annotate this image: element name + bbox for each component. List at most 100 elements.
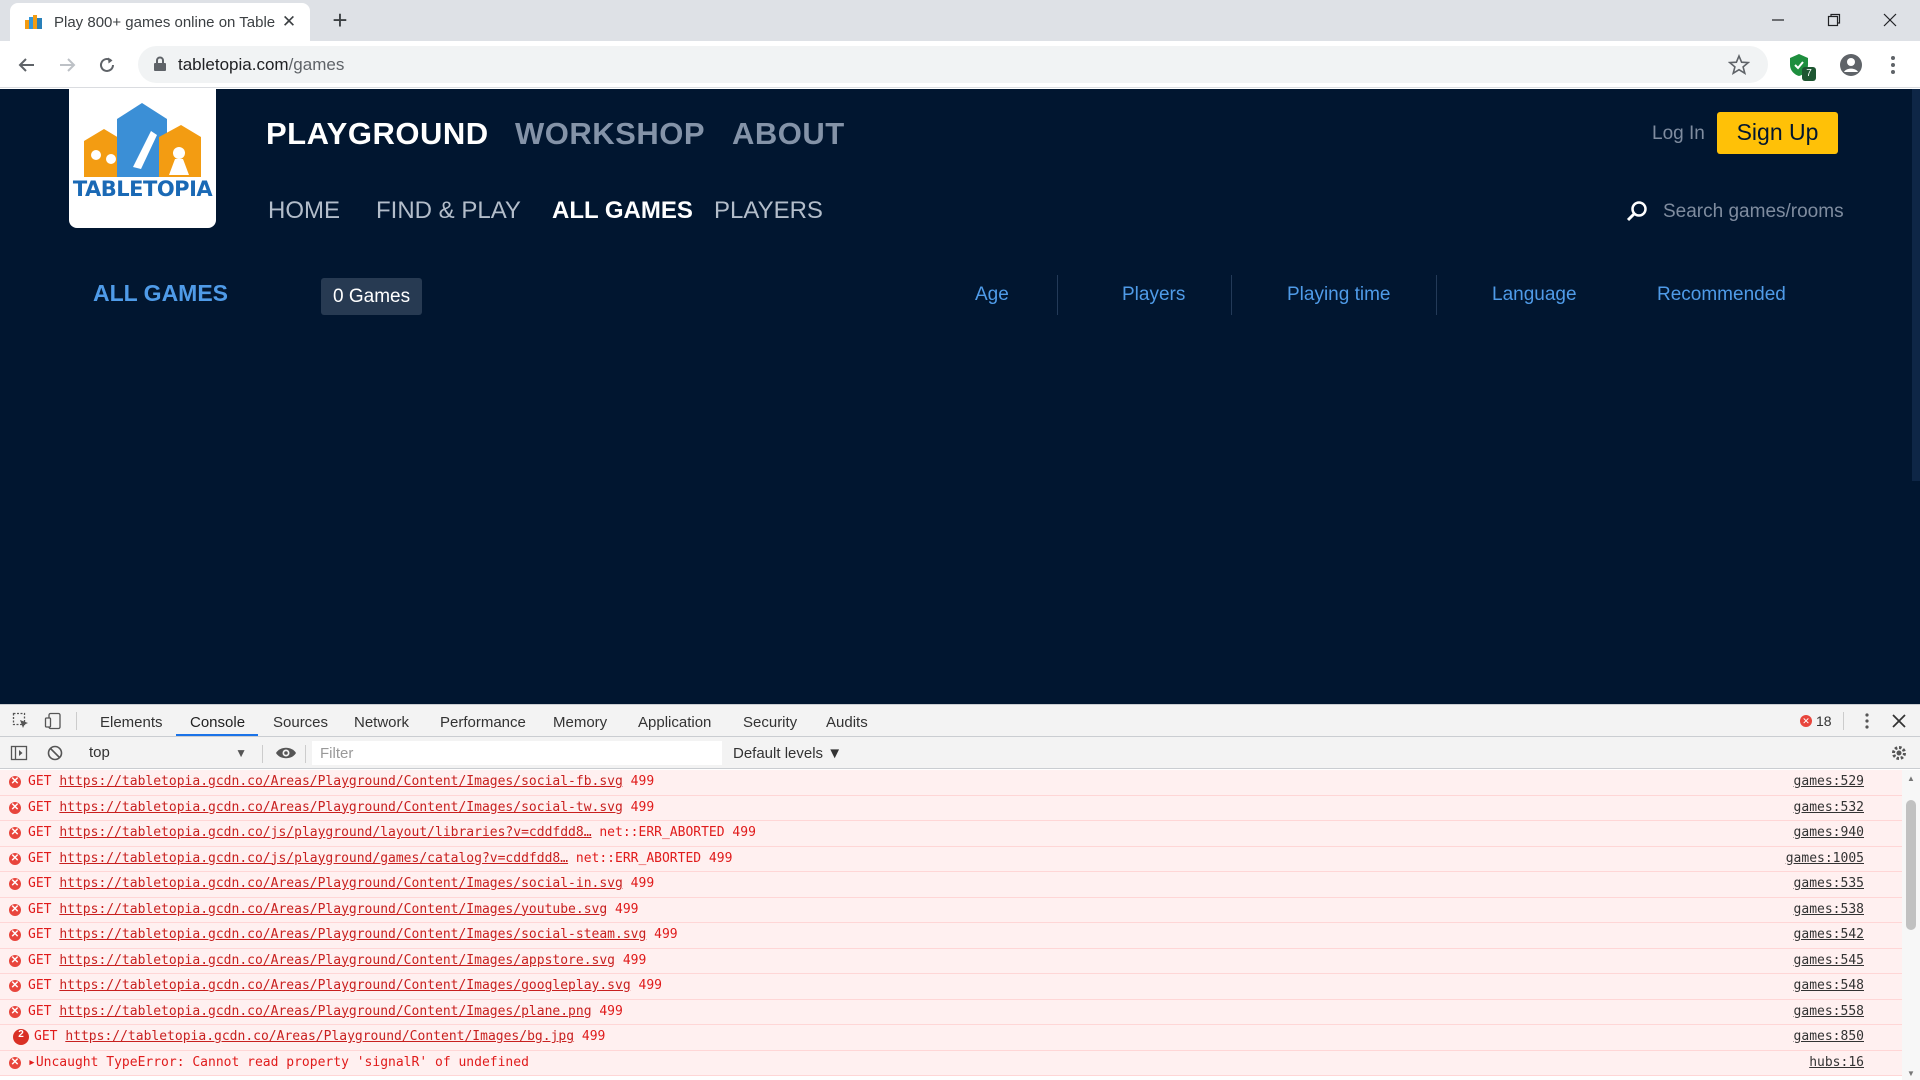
source-location-link[interactable]: games:529 [1794, 770, 1864, 794]
browser-tab[interactable]: Play 800+ games online on Table ✕ [10, 3, 310, 41]
devtools-tab-audits[interactable]: Audits [826, 714, 868, 731]
filter-recommended[interactable]: Recommended [1657, 284, 1786, 306]
devtools-menu-dots-icon[interactable] [1858, 712, 1876, 735]
request-url-link[interactable]: https://tabletopia.gcdn.co/Areas/Playgro… [59, 876, 623, 891]
console-settings-gear-icon[interactable] [1890, 744, 1908, 767]
nav-about[interactable]: ABOUT [732, 116, 845, 152]
toolbar-separator [262, 745, 263, 763]
subnav-all-games[interactable]: ALL GAMES [552, 197, 693, 225]
request-status: 499 [630, 876, 655, 891]
search-icon[interactable] [1624, 199, 1650, 225]
filter-players[interactable]: Players [1122, 284, 1185, 306]
live-expression-eye-icon[interactable] [275, 744, 297, 767]
devtools-tab-console[interactable]: Console [190, 714, 245, 731]
browser-tabstrip: Play 800+ games online on Table ✕ + [0, 0, 1920, 41]
console-message-row[interactable]: ✕ ▸Uncaught TypeError: Cannot read proper… [0, 1050, 1902, 1076]
request-url-link[interactable]: https://tabletopia.gcdn.co/Areas/Playgro… [65, 1029, 574, 1044]
address-bar[interactable]: tabletopia.com/games [138, 46, 1768, 83]
error-icon: ✕ [9, 954, 21, 967]
request-url-link[interactable]: https://tabletopia.gcdn.co/Areas/Playgro… [59, 978, 630, 993]
devtools-tab-sources[interactable]: Sources [273, 714, 328, 731]
tab-close-icon[interactable]: ✕ [280, 13, 298, 31]
nav-workshop[interactable]: WORKSHOP [515, 116, 705, 152]
request-url-link[interactable]: https://tabletopia.gcdn.co/Areas/Playgro… [59, 1004, 591, 1019]
filter-playing-time[interactable]: Playing time [1287, 284, 1391, 306]
console-scrollbar[interactable]: ▲ ▼ [1902, 770, 1920, 1080]
nav-playground[interactable]: PLAYGROUND [266, 116, 489, 152]
dropdown-arrow-icon: ▼ [235, 746, 247, 760]
source-location-link[interactable]: games:535 [1794, 872, 1864, 896]
devtools-tab-security[interactable]: Security [743, 714, 797, 731]
context-selector[interactable]: top ▼ [81, 741, 255, 765]
tab-title: Play 800+ games online on Table [54, 13, 276, 31]
request-url-link[interactable]: https://tabletopia.gcdn.co/Areas/Playgro… [59, 927, 646, 942]
console-scrollbar-thumb[interactable] [1906, 800, 1916, 930]
console-message-row[interactable]: ✕ GET https://tabletopia.gcdn.co/Areas/Pl… [0, 974, 1902, 1000]
console-message-row[interactable]: ✕ GET https://tabletopia.gcdn.co/js/playg… [0, 821, 1902, 847]
source-location-link[interactable]: games:850 [1794, 1025, 1864, 1049]
show-sidebar-icon[interactable] [10, 744, 28, 767]
subnav-players[interactable]: PLAYERS [714, 197, 823, 225]
console-message-row[interactable]: ✕ GET https://tabletopia.gcdn.co/Areas/Pl… [0, 948, 1902, 974]
back-arrow-icon[interactable] [12, 50, 42, 80]
signup-button[interactable]: Sign Up [1717, 112, 1838, 154]
devtools-tab-network[interactable]: Network [354, 714, 409, 731]
console-message-row[interactable]: ✕ GET https://tabletopia.gcdn.co/Areas/Pl… [0, 923, 1902, 949]
restore-window-icon[interactable] [1806, 0, 1862, 40]
profile-avatar-icon[interactable] [1838, 52, 1864, 78]
tabletopia-logo[interactable]: TABLETOPIA [69, 89, 216, 228]
reload-icon[interactable] [92, 50, 122, 80]
inspect-element-icon[interactable] [12, 712, 30, 735]
request-url-link[interactable]: https://tabletopia.gcdn.co/Areas/Playgro… [59, 800, 623, 815]
console-message-row[interactable]: ✕ GET https://tabletopia.gcdn.co/Areas/Pl… [0, 795, 1902, 821]
close-window-icon[interactable] [1862, 0, 1918, 40]
console-message-row[interactable]: ✕ GET https://tabletopia.gcdn.co/js/playg… [0, 846, 1902, 872]
clear-console-icon[interactable] [46, 744, 64, 767]
device-toolbar-icon[interactable] [44, 712, 62, 735]
error-count-indicator[interactable]: ✕ 18 [1800, 713, 1832, 729]
devtools-tab-elements[interactable]: Elements [100, 714, 163, 731]
console-message-row[interactable]: ✕ GET https://tabletopia.gcdn.co/Areas/Pl… [0, 999, 1902, 1025]
request-url-link[interactable]: https://tabletopia.gcdn.co/Areas/Playgro… [59, 902, 607, 917]
forward-arrow-icon[interactable] [52, 50, 82, 80]
minimize-window-icon[interactable] [1750, 0, 1806, 40]
console-message-row[interactable]: ✕ GET https://tabletopia.gcdn.co/Areas/Pl… [0, 897, 1902, 923]
request-url-link[interactable]: https://tabletopia.gcdn.co/js/playground… [59, 851, 568, 866]
source-location-link[interactable]: games:548 [1794, 974, 1864, 998]
filter-age[interactable]: Age [975, 284, 1009, 306]
console-message-row[interactable]: ✕ GET https://tabletopia.gcdn.co/Areas/Pl… [0, 770, 1902, 796]
console-message-row[interactable]: ✕ GET https://tabletopia.gcdn.co/Areas/Pl… [0, 872, 1902, 898]
scroll-down-arrow-icon[interactable]: ▼ [1907, 1069, 1915, 1078]
page-scrollbar[interactable] [1912, 89, 1920, 481]
source-location-link[interactable]: hubs:16 [1809, 1051, 1864, 1075]
console-filter-input[interactable] [312, 741, 722, 765]
devtools-tab-memory[interactable]: Memory [553, 714, 607, 731]
console-message-row[interactable]: 2 GET https://tabletopia.gcdn.co/Areas/Pl… [0, 1025, 1902, 1051]
source-location-link[interactable]: games:532 [1794, 796, 1864, 820]
error-icon: ✕ [1800, 715, 1812, 727]
login-link[interactable]: Log In [1652, 123, 1705, 145]
source-location-link[interactable]: games:542 [1794, 923, 1864, 947]
log-levels-dropdown[interactable]: Default levels ▼ [733, 745, 842, 762]
extension-shield-icon[interactable]: 7 [1786, 52, 1816, 81]
filter-language[interactable]: Language [1492, 284, 1577, 306]
devtools-close-icon[interactable] [1890, 712, 1908, 735]
scroll-up-arrow-icon[interactable]: ▲ [1907, 774, 1915, 783]
search-input[interactable] [1663, 197, 1848, 227]
devtools-tab-performance[interactable]: Performance [440, 714, 526, 731]
request-url-link[interactable]: https://tabletopia.gcdn.co/js/playground… [59, 825, 591, 840]
subnav-home[interactable]: HOME [268, 197, 340, 225]
source-location-link[interactable]: games:940 [1794, 821, 1864, 845]
section-title: ALL GAMES [93, 280, 229, 306]
devtools-tab-application[interactable]: Application [638, 714, 711, 731]
source-location-link[interactable]: games:545 [1794, 949, 1864, 973]
request-url-link[interactable]: https://tabletopia.gcdn.co/Areas/Playgro… [59, 774, 623, 789]
bookmark-star-icon[interactable] [1727, 53, 1751, 76]
new-tab-plus-icon[interactable]: + [326, 7, 354, 35]
source-location-link[interactable]: games:538 [1794, 898, 1864, 922]
browser-menu-dots-icon[interactable] [1882, 54, 1904, 76]
source-location-link[interactable]: games:1005 [1786, 847, 1864, 871]
subnav-find-play[interactable]: FIND & PLAY [376, 197, 521, 225]
source-location-link[interactable]: games:558 [1794, 1000, 1864, 1024]
request-url-link[interactable]: https://tabletopia.gcdn.co/Areas/Playgro… [59, 953, 615, 968]
